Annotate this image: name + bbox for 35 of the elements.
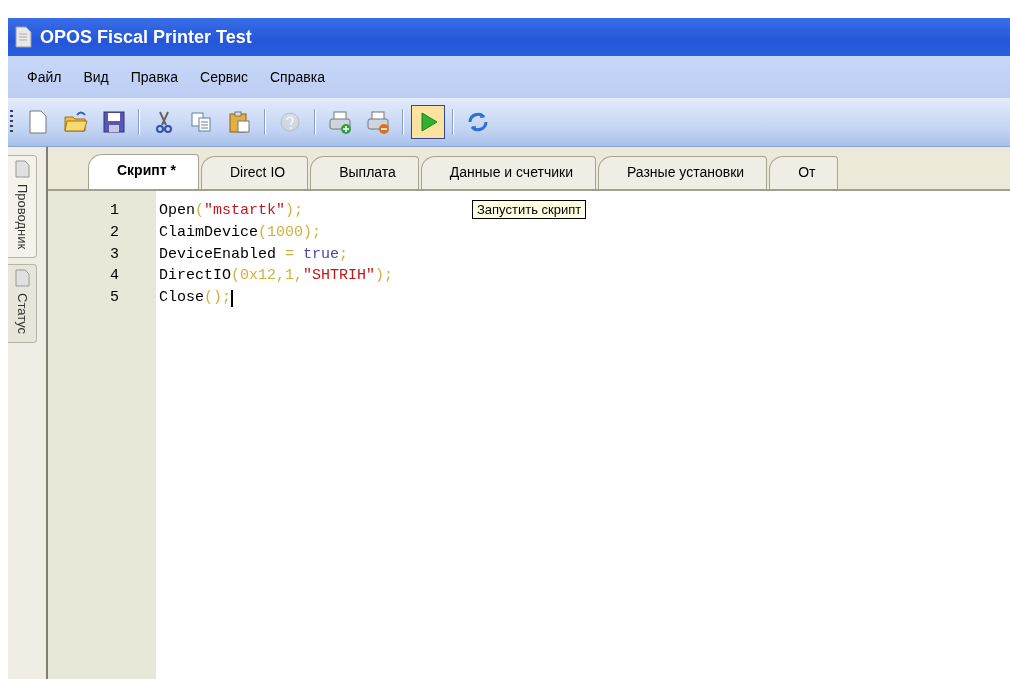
- help-icon: [277, 109, 303, 135]
- line-number: 4: [109, 266, 120, 287]
- code-line: DirectIO(0x12,1,"SHTRIH");: [159, 266, 394, 287]
- side-tab[interactable]: Статус: [8, 264, 37, 344]
- clipboard-icon: [227, 109, 253, 135]
- code-line: ClaimDevice(1000);: [159, 222, 322, 243]
- printer-minus-icon: [365, 109, 391, 135]
- document-icon: [14, 160, 30, 178]
- folder-icon: [63, 109, 89, 135]
- document-icon: [14, 269, 30, 288]
- line-number: 2: [109, 222, 120, 243]
- menu-item[interactable]: Сервис: [189, 69, 259, 85]
- menu-item[interactable]: Справка: [259, 69, 336, 85]
- play-button[interactable]: [411, 105, 445, 139]
- line-number: 3: [109, 244, 120, 265]
- code-line: Close();: [159, 288, 233, 309]
- tab[interactable]: Данные и счетчики: [420, 156, 596, 189]
- toolbar-grip[interactable]: [10, 110, 13, 134]
- menu-item[interactable]: Файл: [16, 69, 73, 85]
- printer-plus-icon: [327, 109, 353, 135]
- tab[interactable]: От: [769, 156, 839, 189]
- side-tab[interactable]: Проводник: [8, 155, 37, 259]
- line-number: 5: [109, 288, 120, 309]
- window-title: OPOS Fiscal Printer Test: [40, 26, 252, 48]
- tab[interactable]: Direct IO: [200, 156, 309, 189]
- menu-item[interactable]: Правка: [119, 69, 190, 85]
- line-number: 1: [109, 201, 120, 221]
- document-icon: [14, 26, 32, 48]
- tab[interactable]: Выплата: [310, 156, 419, 189]
- menu-item[interactable]: Вид: [72, 69, 120, 85]
- tab[interactable]: Скрипт *: [88, 154, 199, 189]
- tooltip: Запустить скрипт: [472, 200, 587, 219]
- code-line: DeviceEnabled = true;: [159, 244, 349, 265]
- code-line: Open("mstartk");: [159, 201, 304, 221]
- tab[interactable]: Разные установки: [597, 156, 768, 189]
